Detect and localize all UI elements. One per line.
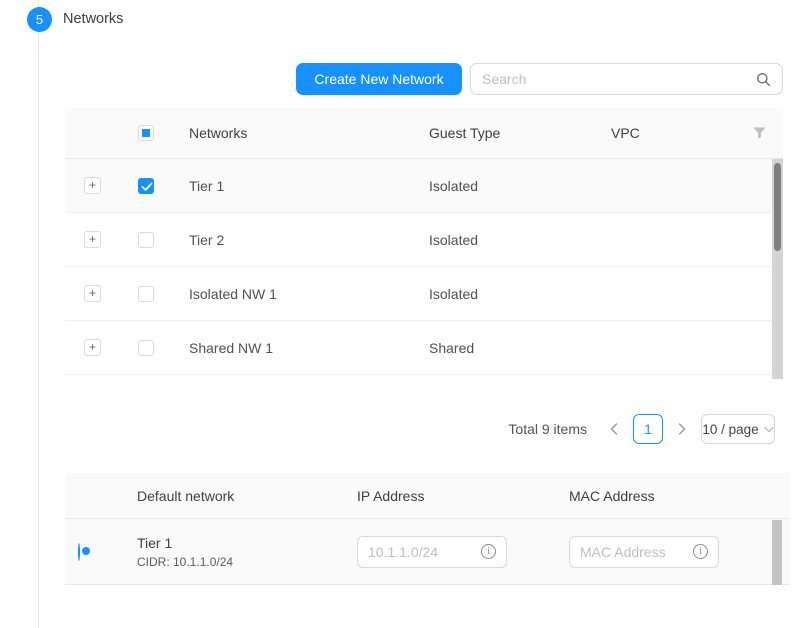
- page-1-button[interactable]: 1: [633, 414, 663, 444]
- row-checkbox-checked[interactable]: [138, 178, 154, 194]
- filter-cell: [735, 127, 783, 139]
- column-header-default-network: Default network: [120, 488, 340, 504]
- guest-type: Isolated: [412, 178, 594, 194]
- column-header-mac-address: MAC Address: [552, 488, 790, 504]
- search-icon: [756, 72, 771, 87]
- network-name: Tier 1: [172, 178, 412, 194]
- step-title: Networks: [63, 11, 123, 27]
- table-row: + Tier 2 Isolated: [65, 213, 783, 267]
- default-network-row: Tier 1 CIDR: 10.1.1.0/24 i i: [65, 519, 790, 585]
- pagination: Total 9 items 1 10 / page: [508, 414, 775, 444]
- expand-row-button[interactable]: +: [84, 231, 101, 248]
- step-number: 5: [36, 12, 43, 27]
- ip-address-input[interactable]: [368, 544, 481, 560]
- expand-cell: +: [65, 231, 120, 248]
- network-name: Tier 2: [172, 232, 412, 248]
- page-size-label: 10 / page: [702, 422, 758, 437]
- checkbox-cell: [120, 178, 172, 194]
- default-network-radio[interactable]: [78, 543, 80, 561]
- networks-table: Networks Guest Type VPC + Tier 1 Isolate…: [65, 108, 783, 375]
- column-header-vpc: VPC: [594, 125, 735, 141]
- filter-icon[interactable]: [753, 127, 766, 139]
- pagination-total: Total 9 items: [508, 421, 587, 437]
- guest-type: Shared: [412, 340, 594, 356]
- table-scrollbar-thumb[interactable]: [774, 163, 781, 251]
- expand-cell: +: [65, 285, 120, 302]
- row-checkbox[interactable]: [138, 340, 154, 356]
- table-row: + Isolated NW 1 Isolated: [65, 267, 783, 321]
- guest-type: Isolated: [412, 232, 594, 248]
- search-input[interactable]: [482, 71, 756, 87]
- info-icon[interactable]: i: [481, 544, 496, 559]
- chevron-right-icon: [678, 423, 686, 435]
- mac-address-field[interactable]: i: [569, 536, 719, 568]
- table-row: + Tier 1 Isolated: [65, 159, 783, 213]
- checkbox-cell: [120, 340, 172, 356]
- row-checkbox[interactable]: [138, 232, 154, 248]
- radio-cell: [65, 544, 120, 560]
- default-network-name-cell: Tier 1 CIDR: 10.1.1.0/24: [120, 535, 340, 569]
- network-name: Isolated NW 1: [172, 286, 412, 302]
- ip-address-field[interactable]: i: [357, 536, 507, 568]
- mac-address-input[interactable]: [580, 544, 693, 560]
- checkbox-cell: [120, 232, 172, 248]
- expand-row-button[interactable]: +: [84, 339, 101, 356]
- default-network-table: Default network IP Address MAC Address T…: [65, 473, 790, 585]
- default-network-name: Tier 1: [137, 535, 340, 551]
- table-row: + Shared NW 1 Shared: [65, 321, 783, 375]
- info-icon[interactable]: i: [693, 544, 708, 559]
- column-header-networks: Networks: [172, 125, 412, 141]
- column-header-guest-type: Guest Type: [412, 125, 594, 141]
- expand-row-button[interactable]: +: [84, 285, 101, 302]
- expand-row-button[interactable]: +: [84, 177, 101, 194]
- checkbox-cell: [120, 286, 172, 302]
- table-scrollbar-thumb[interactable]: [772, 520, 782, 585]
- expand-cell: +: [65, 339, 120, 356]
- mac-address-cell: i: [552, 536, 790, 568]
- step-connector-line: [38, 0, 39, 628]
- networks-step-panel: 5 Networks Create New Network Networks G…: [0, 0, 805, 628]
- search-box[interactable]: [470, 63, 783, 95]
- table-scrollbar-track[interactable]: [772, 159, 783, 379]
- next-page-button[interactable]: [671, 414, 693, 444]
- guest-type: Isolated: [412, 286, 594, 302]
- select-all-checkbox[interactable]: [138, 125, 154, 141]
- column-header-ip-address: IP Address: [340, 488, 552, 504]
- step-number-badge: 5: [27, 7, 52, 32]
- ip-address-cell: i: [340, 536, 552, 568]
- chevron-left-icon: [610, 423, 618, 435]
- networks-table-header: Networks Guest Type VPC: [65, 108, 783, 159]
- select-all-cell: [120, 125, 172, 141]
- chevron-down-icon: [764, 426, 774, 433]
- prev-page-button[interactable]: [603, 414, 625, 444]
- page-size-select[interactable]: 10 / page: [701, 414, 775, 444]
- default-network-table-header: Default network IP Address MAC Address: [65, 473, 790, 519]
- default-network-cidr: CIDR: 10.1.1.0/24: [137, 555, 340, 569]
- create-new-network-button[interactable]: Create New Network: [296, 63, 462, 95]
- network-name: Shared NW 1: [172, 340, 412, 356]
- row-checkbox[interactable]: [138, 286, 154, 302]
- expand-cell: +: [65, 177, 120, 194]
